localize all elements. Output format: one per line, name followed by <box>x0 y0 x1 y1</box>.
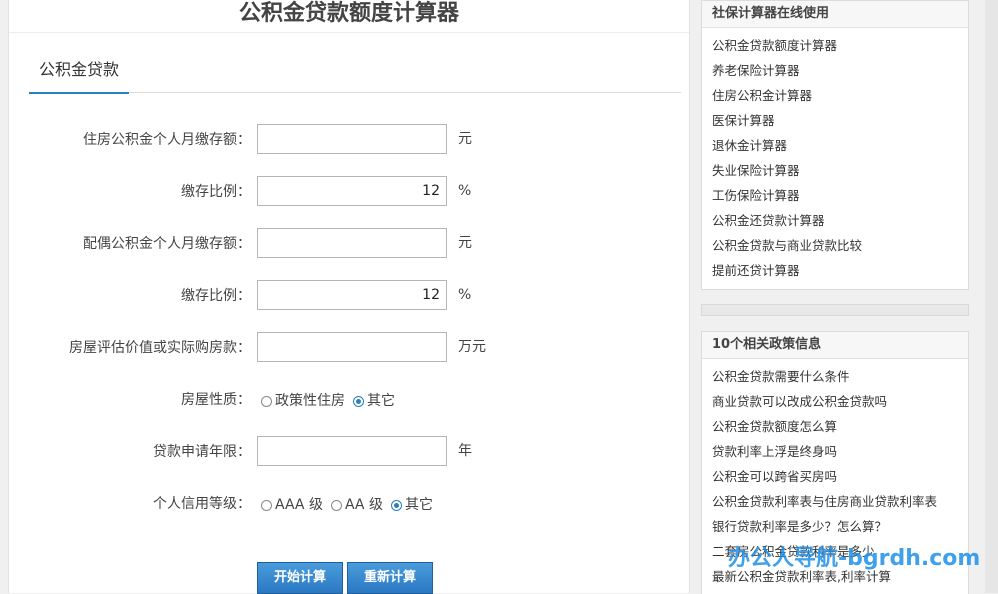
sidebar-tool-link[interactable]: 提前还贷计算器 <box>712 258 968 283</box>
sidebar-tool-link[interactable]: 公积金还贷款计算器 <box>712 208 968 233</box>
radio-checked-icon[interactable] <box>353 395 364 407</box>
sidebar-tool-link[interactable]: 住房公积金计算器 <box>712 83 968 108</box>
spouse-deposit-input[interactable] <box>257 228 447 258</box>
credit-option-label: AAA 级 <box>275 497 323 513</box>
row-personal-deposit: 住房公积金个人月缴存额： 元 <box>9 124 689 156</box>
policy-link[interactable]: 贷款利率上浮是终身吗 <box>712 439 968 464</box>
main-panel: 公积金贷款额度计算器 公积金贷款 住房公积金个人月缴存额： 元 缴存比例： % … <box>8 0 690 594</box>
radio-unchecked-icon[interactable] <box>330 499 342 511</box>
row-house-value: 房屋评估价值或实际购房款： 万元 <box>9 332 689 364</box>
radio-checked-icon[interactable] <box>390 499 402 511</box>
personal-ratio-input[interactable] <box>257 176 447 206</box>
row-spouse-ratio: 缴存比例： % <box>9 280 689 312</box>
sidebar-divider <box>701 304 969 316</box>
sidebar-tools-list: 公积金贷款额度计算器 养老保险计算器 住房公积金计算器 医保计算器 退休金计算器… <box>702 28 968 283</box>
credit-option-aa[interactable]: AA 级 <box>330 494 383 514</box>
personal-deposit-input[interactable] <box>257 124 447 154</box>
house-value-unit: 万元 <box>458 339 486 355</box>
tab-housing-fund-loan[interactable]: 公积金贷款 <box>29 58 130 94</box>
calculate-button[interactable]: 开始计算 <box>257 562 343 594</box>
sidebar-tool-link[interactable]: 公积金贷款额度计算器 <box>712 33 968 58</box>
loan-years-label: 贷款申请年限： <box>153 444 251 460</box>
sidebar-tools-box: 社保计算器在线使用 公积金贷款额度计算器 养老保险计算器 住房公积金计算器 医保… <box>701 0 969 290</box>
row-personal-ratio: 缴存比例： % <box>9 176 689 208</box>
policy-link[interactable]: 公积金贷款需要什么条件 <box>712 364 968 389</box>
policy-link[interactable]: 公积金贷款额度怎么算 <box>712 414 968 439</box>
row-credit-level: 个人信用等级： AAA 级 AA 级 其它 <box>9 488 689 520</box>
sidebar-policy-title: 10个相关政策信息 <box>702 332 968 359</box>
house-type-option-other[interactable]: 其它 <box>353 390 395 410</box>
radio-unchecked-icon[interactable] <box>261 499 272 511</box>
house-type-label: 房屋性质： <box>181 392 251 408</box>
personal-deposit-unit: 元 <box>458 131 472 147</box>
page-edge <box>985 0 998 593</box>
house-type-option-label: 其它 <box>367 393 395 409</box>
spouse-ratio-input[interactable] <box>257 280 447 310</box>
sidebar-tool-link[interactable]: 退休金计算器 <box>712 133 968 158</box>
sidebar-tool-link[interactable]: 医保计算器 <box>712 108 968 133</box>
page-title: 公积金贷款额度计算器 <box>9 0 689 33</box>
sidebar-tool-link[interactable]: 工伤保险计算器 <box>712 183 968 208</box>
house-value-label: 房屋评估价值或实际购房款： <box>69 340 251 356</box>
house-value-input[interactable] <box>257 332 447 362</box>
spouse-deposit-unit: 元 <box>458 235 472 251</box>
house-type-options: 政策性住房 其它 <box>261 384 403 416</box>
tab-bar: 公积金贷款 <box>29 58 681 94</box>
credit-level-options: AAA 级 AA 级 其它 <box>261 488 441 520</box>
row-spouse-deposit: 配偶公积金个人月缴存额： 元 <box>9 228 689 260</box>
sidebar-tools-title: 社保计算器在线使用 <box>702 1 968 28</box>
policy-link[interactable]: 公积金可以跨省买房吗 <box>712 464 968 489</box>
loan-years-unit: 年 <box>458 443 472 459</box>
credit-option-label: 其它 <box>404 497 433 513</box>
sidebar-tool-link[interactable]: 养老保险计算器 <box>712 58 968 83</box>
sidebar-tool-link[interactable]: 失业保险计算器 <box>712 158 968 183</box>
personal-ratio-unit: % <box>458 183 472 199</box>
watermark: 办公人导航-bgrdh.com <box>728 546 981 571</box>
spouse-ratio-unit: % <box>458 287 472 303</box>
radio-unchecked-icon[interactable] <box>261 395 272 407</box>
policy-link[interactable]: 银行贷款利率是多少？怎么算？ <box>712 514 968 539</box>
house-type-option-label: 政策性住房 <box>275 393 345 409</box>
personal-ratio-label: 缴存比例： <box>181 184 251 200</box>
policy-link[interactable]: 商业贷款可以改成公积金贷款吗 <box>712 389 968 414</box>
spouse-ratio-label: 缴存比例： <box>181 288 251 304</box>
row-house-type: 房屋性质： 政策性住房 其它 <box>9 384 689 416</box>
row-loan-years: 贷款申请年限： 年 <box>9 436 689 468</box>
policy-link[interactable]: 公积金贷款利率表与住房商业贷款利率表 <box>712 489 968 514</box>
credit-option-label: AA 级 <box>344 497 383 513</box>
credit-level-label: 个人信用等级： <box>153 496 251 512</box>
spouse-deposit-label: 配偶公积金个人月缴存额： <box>83 236 251 252</box>
personal-deposit-label: 住房公积金个人月缴存额： <box>83 132 251 148</box>
credit-option-aaa[interactable]: AAA 级 <box>261 494 323 514</box>
credit-option-other[interactable]: 其它 <box>390 494 433 514</box>
sidebar-tool-link[interactable]: 公积金贷款与商业贷款比较 <box>712 233 968 258</box>
reset-button[interactable]: 重新计算 <box>347 562 433 594</box>
house-type-option-policy[interactable]: 政策性住房 <box>261 390 345 410</box>
loan-years-input[interactable] <box>257 436 447 466</box>
